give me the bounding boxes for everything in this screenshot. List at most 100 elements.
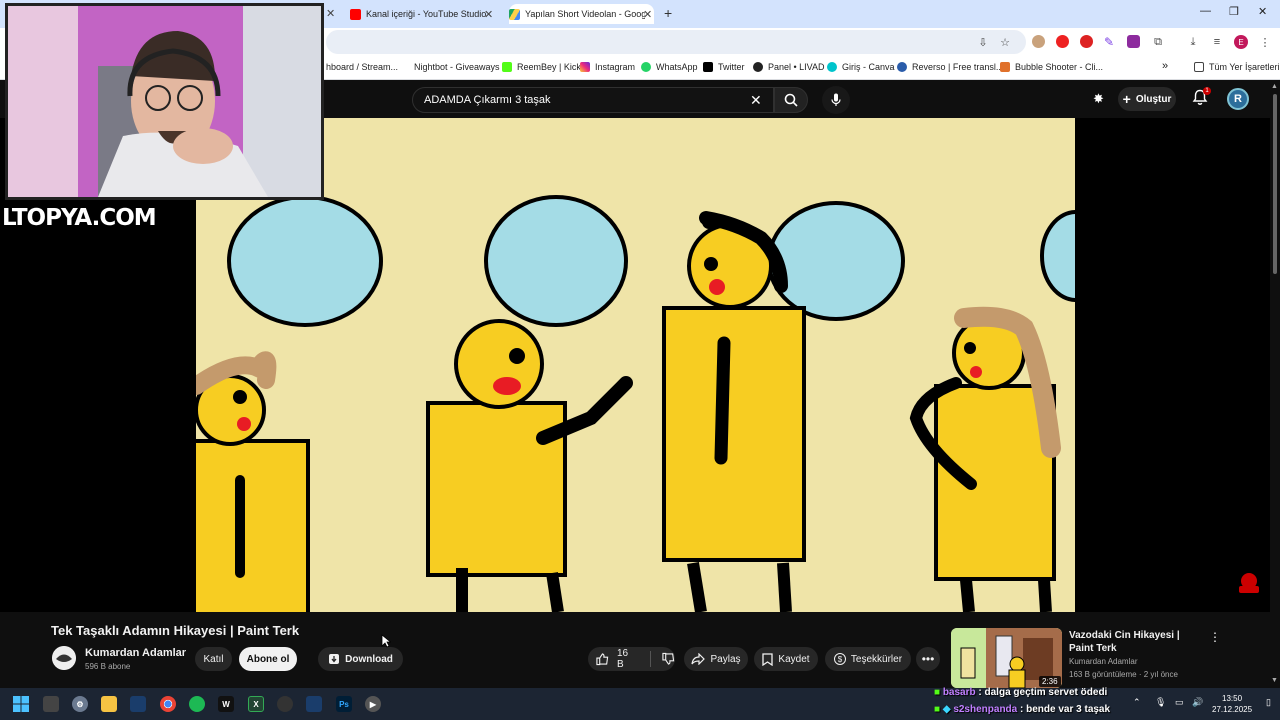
all-bookmarks-folder[interactable]: Tüm Yer İşaretleri xyxy=(1194,62,1280,72)
extension-icon[interactable] xyxy=(1127,35,1140,48)
join-button[interactable]: Katıl xyxy=(195,647,232,671)
share-button[interactable]: Paylaş xyxy=(684,647,748,671)
voice-search-button[interactable] xyxy=(822,86,850,114)
notification-center-icon[interactable]: ▯ xyxy=(1266,697,1271,708)
download-button[interactable]: Download xyxy=(318,647,403,671)
word-icon[interactable]: W xyxy=(218,696,234,712)
channel-watermark-icon[interactable] xyxy=(1237,572,1261,594)
system-clock[interactable]: 13:50 27.12.2025 xyxy=(1212,693,1252,715)
search-input[interactable]: ADAMDA Çıkarmı 3 taşak xyxy=(412,87,774,113)
install-app-icon[interactable]: ⇩ xyxy=(976,35,990,49)
download-label: Download xyxy=(345,653,393,665)
page-scrollbar[interactable]: ▲ ▼ xyxy=(1270,80,1280,688)
tab-youtube-studio[interactable]: Kanal içeriği - YouTube Studio ✕ xyxy=(350,4,493,24)
bookmark-label: Giriş - Canva xyxy=(842,62,895,72)
extension-icon[interactable] xyxy=(1056,35,1069,48)
account-avatar[interactable]: R xyxy=(1227,88,1249,110)
pen-extension-icon[interactable]: ✎ xyxy=(1104,35,1117,49)
chat-message: ■ basarb : dalga geçtim servet ödedi xyxy=(934,687,1107,698)
bubble-shooter-icon xyxy=(1000,62,1010,72)
tray-chevron-icon[interactable]: ⌃ xyxy=(1133,697,1141,708)
subscribe-button[interactable]: Abone ol xyxy=(239,647,297,671)
close-tab-icon[interactable]: ✕ xyxy=(484,8,493,21)
bookmark-item[interactable]: Reverso | Free transl... xyxy=(897,62,1003,72)
file-explorer-icon[interactable] xyxy=(101,696,117,712)
create-label: Oluştur xyxy=(1135,93,1172,105)
new-tab-button[interactable]: + xyxy=(664,5,672,21)
task-view-icon[interactable] xyxy=(43,696,59,712)
more-actions-icon[interactable]: ••• xyxy=(916,647,940,671)
media-control-icon[interactable]: ≡ xyxy=(1210,35,1224,49)
steam-icon[interactable] xyxy=(306,696,322,712)
minimize-icon[interactable]: — xyxy=(1200,5,1211,17)
photoshop-icon[interactable]: Ps xyxy=(336,696,352,712)
more-options-icon[interactable]: ⋮ xyxy=(1209,630,1221,644)
like-dislike-group: 16 B xyxy=(588,647,675,671)
steam-icon[interactable] xyxy=(130,696,146,712)
recommended-channel[interactable]: Kumardan Adamlar xyxy=(1069,657,1137,666)
bookmark-item[interactable]: Bubble Shooter - Cli... xyxy=(1000,62,1103,72)
close-window-icon[interactable]: ✕ xyxy=(1258,5,1267,18)
chat-text: : dalga geçtim servet ödedi xyxy=(978,687,1108,698)
windows-start-icon[interactable] xyxy=(13,696,29,712)
profile-avatar[interactable]: E xyxy=(1234,35,1248,49)
media-player-icon[interactable]: ▶ xyxy=(365,696,381,712)
notification-badge: 1 xyxy=(1203,87,1211,95)
search-button[interactable] xyxy=(774,87,808,113)
bookmark-item[interactable]: Twitter xyxy=(703,62,745,72)
dislike-icon[interactable] xyxy=(662,652,675,666)
scroll-down-icon[interactable]: ▼ xyxy=(1271,677,1278,684)
bookmark-item[interactable]: ReemBey | Kick xyxy=(502,62,581,72)
bookmark-item[interactable]: WhatsApp xyxy=(641,62,698,72)
bookmark-item[interactable]: Instagram xyxy=(580,62,635,72)
search-icon xyxy=(784,93,798,107)
video-frame[interactable] xyxy=(196,118,1075,612)
clear-search-icon[interactable]: ✕ xyxy=(750,92,762,109)
extensions-puzzle-icon[interactable]: ⧉ xyxy=(1151,35,1165,49)
tab-google-sheets[interactable]: Yapılan Short Videolan - Googl ✕ xyxy=(509,4,654,24)
spotify-icon[interactable] xyxy=(189,696,205,712)
bookmark-item[interactable]: Giriş - Canva xyxy=(827,62,895,72)
recommended-video-title[interactable]: Vazodaki Cin Hikayesi | Paint Terk xyxy=(1069,629,1199,655)
channel-name[interactable]: Kumardan Adamlar xyxy=(85,647,186,659)
close-tab-icon[interactable]: ✕ xyxy=(643,8,652,21)
chrome-menu-icon[interactable]: ⋮ xyxy=(1258,35,1272,49)
kick-icon: ■ xyxy=(934,687,941,698)
obs-icon[interactable] xyxy=(277,696,293,712)
tab-label: Yapılan Short Videolan - Googl xyxy=(525,9,645,19)
address-bar[interactable]: ⇩ ☆ xyxy=(326,30,1026,54)
network-icon[interactable]: ▭ xyxy=(1175,697,1184,708)
badge-icon: ◆ xyxy=(942,704,951,715)
thanks-button[interactable]: $ Teşekkürler xyxy=(825,647,911,671)
webcam-overlay xyxy=(5,3,324,200)
cast-icon[interactable]: ✸ xyxy=(1093,91,1104,107)
bookmark-star-icon[interactable]: ☆ xyxy=(998,35,1012,49)
restore-icon[interactable]: ❐ xyxy=(1229,5,1239,18)
bookmark-label: Twitter xyxy=(718,62,745,72)
bookmark-item[interactable]: Nightbot - Giveaways xyxy=(414,62,500,72)
like-count[interactable]: 16 B xyxy=(617,648,636,670)
bookmark-item[interactable]: hboard / Stream... xyxy=(326,62,398,72)
like-icon[interactable] xyxy=(596,652,609,666)
streamer-camera-feed xyxy=(8,6,321,197)
share-icon xyxy=(691,653,706,665)
bookmark-item[interactable]: Panel • LIVAD xyxy=(753,62,825,72)
scroll-up-icon[interactable]: ▲ xyxy=(1271,83,1278,90)
bookmark-label: Bubble Shooter - Cli... xyxy=(1015,62,1104,72)
create-button[interactable]: + Oluştur xyxy=(1118,87,1176,111)
subscriber-count: 596 B abone xyxy=(85,662,131,671)
save-button[interactable]: Kaydet xyxy=(754,647,818,671)
extension-icon[interactable] xyxy=(1032,35,1045,48)
kick-icon: ■ xyxy=(934,704,941,715)
chrome-icon[interactable] xyxy=(160,696,176,712)
volume-icon[interactable]: 🔊 xyxy=(1192,697,1203,708)
settings-gear-icon[interactable]: ⚙ xyxy=(72,696,88,712)
excel-icon[interactable]: X xyxy=(248,696,264,712)
more-bookmarks-icon[interactable]: » xyxy=(1162,60,1168,72)
scrollbar-thumb[interactable] xyxy=(1273,94,1277,274)
microphone-tray-icon[interactable]: 🎙 xyxy=(1155,697,1166,708)
channel-avatar[interactable] xyxy=(52,646,76,670)
extension-icon[interactable] xyxy=(1080,35,1093,48)
downloads-icon[interactable]: ⤓ xyxy=(1186,35,1200,49)
close-tab-icon[interactable]: ✕ xyxy=(326,7,335,20)
